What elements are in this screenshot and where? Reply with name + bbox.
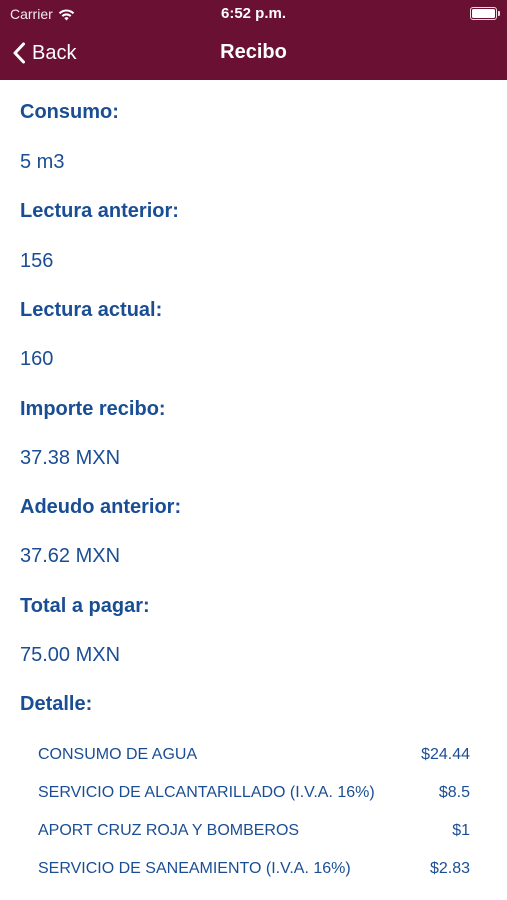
- adeudo-anterior-label: Adeudo anterior:: [20, 496, 182, 518]
- importe-recibo-label: Importe recibo:: [20, 398, 166, 420]
- battery-icon: [470, 7, 500, 20]
- adeudo-anterior-value: 37.62 MXN: [20, 545, 121, 567]
- receipt-content: Consumo: 5 m3 Lectura anterior: 156 Lect…: [0, 80, 507, 900]
- detail-concept: CONSUMO DE AGUA: [38, 746, 198, 763]
- detail-amount: $8.5: [438, 784, 470, 801]
- detail-concept: APORT CRUZ ROJA Y BOMBEROS: [38, 822, 300, 839]
- status-time: 6:52 p.m.: [220, 5, 287, 22]
- total-a-pagar-label: Total a pagar:: [20, 595, 150, 617]
- page-title: Recibo: [220, 41, 287, 63]
- receipt-screen: Carrier 6:52 p.m. Back Recibo Consumo: 5: [0, 0, 507, 900]
- consumo-value: 5 m3: [20, 151, 65, 173]
- detalle-label: Detalle:: [20, 693, 93, 715]
- status-bar: Carrier 6:52 p.m.: [0, 0, 507, 28]
- detail-amount: $2.83: [429, 860, 470, 877]
- detail-row: SERVICIO DE ALCANTARILLADO (I.V.A. 16%) …: [38, 784, 470, 802]
- consumo-label: Consumo:: [20, 101, 119, 123]
- detail-row: SERVICIO DE SANEAMIENTO (I.V.A. 16%) $2.…: [38, 860, 470, 878]
- total-a-pagar-value: 75.00 MXN: [20, 644, 121, 666]
- detail-row: CONSUMO DE AGUA $24.44: [38, 746, 470, 764]
- importe-recibo-value: 37.38 MXN: [20, 447, 121, 469]
- navigation-bar: Back Recibo: [0, 28, 507, 80]
- lectura-actual-value: 160: [20, 348, 54, 370]
- detail-amount: $1: [452, 822, 470, 839]
- header: Carrier 6:52 p.m. Back Recibo: [0, 0, 507, 80]
- detail-concept: SERVICIO DE ALCANTARILLADO (I.V.A. 16%): [38, 784, 375, 801]
- lectura-actual-label: Lectura actual:: [20, 299, 163, 321]
- detail-amount: $24.44: [421, 746, 470, 763]
- lectura-anterior-label: Lectura anterior:: [20, 200, 179, 222]
- detail-concept: SERVICIO DE SANEAMIENTO (I.V.A. 16%): [38, 860, 351, 877]
- lectura-anterior-value: 156: [20, 250, 54, 272]
- detail-row: APORT CRUZ ROJA Y BOMBEROS $1: [38, 822, 470, 840]
